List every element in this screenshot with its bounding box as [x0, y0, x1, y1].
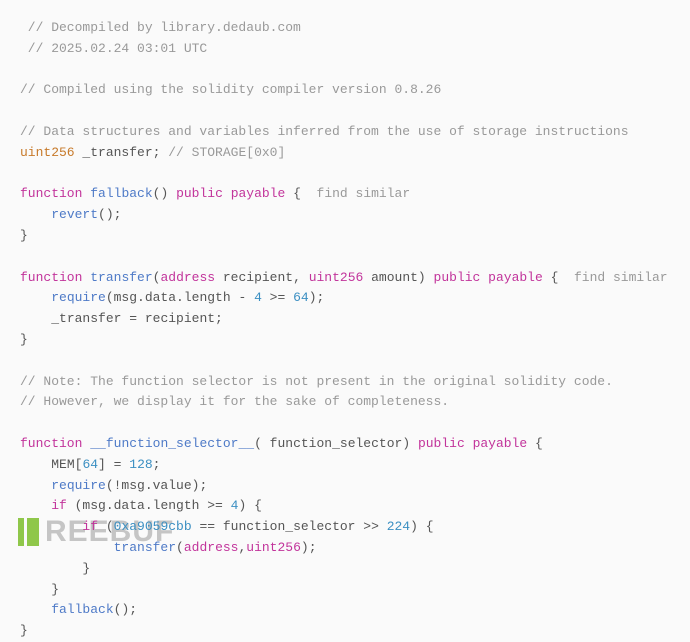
comment-decompiled: // Decompiled by library.dedaub.com: [20, 20, 301, 35]
find-similar-link[interactable]: find similar: [301, 186, 410, 201]
comment-datastruct: // Data structures and variables inferre…: [20, 124, 629, 139]
comment-compiler: // Compiled using the solidity compiler …: [20, 82, 441, 97]
code-block: // Decompiled by library.dedaub.com // 2…: [20, 18, 670, 642]
require-call: require: [51, 290, 106, 305]
comment-storage: // STORAGE[0x0]: [160, 145, 285, 160]
find-similar-link[interactable]: find similar: [558, 270, 667, 285]
decl-var: _transfer: [82, 145, 152, 160]
comment-note2: // However, we display it for the sake o…: [20, 394, 449, 409]
revert-call: revert: [51, 207, 98, 222]
fn-selector-name: __function_selector__: [90, 436, 254, 451]
fn-transfer-name: transfer: [90, 270, 152, 285]
hex-selector: 0xa9059cbb: [114, 519, 192, 534]
comment-note1: // Note: The function selector is not pr…: [20, 374, 613, 389]
kw-function: function: [20, 186, 82, 201]
decl-type: uint256: [20, 145, 75, 160]
fn-fallback-name: fallback: [90, 186, 152, 201]
comment-timestamp: // 2025.02.24 03:01 UTC: [20, 41, 207, 56]
